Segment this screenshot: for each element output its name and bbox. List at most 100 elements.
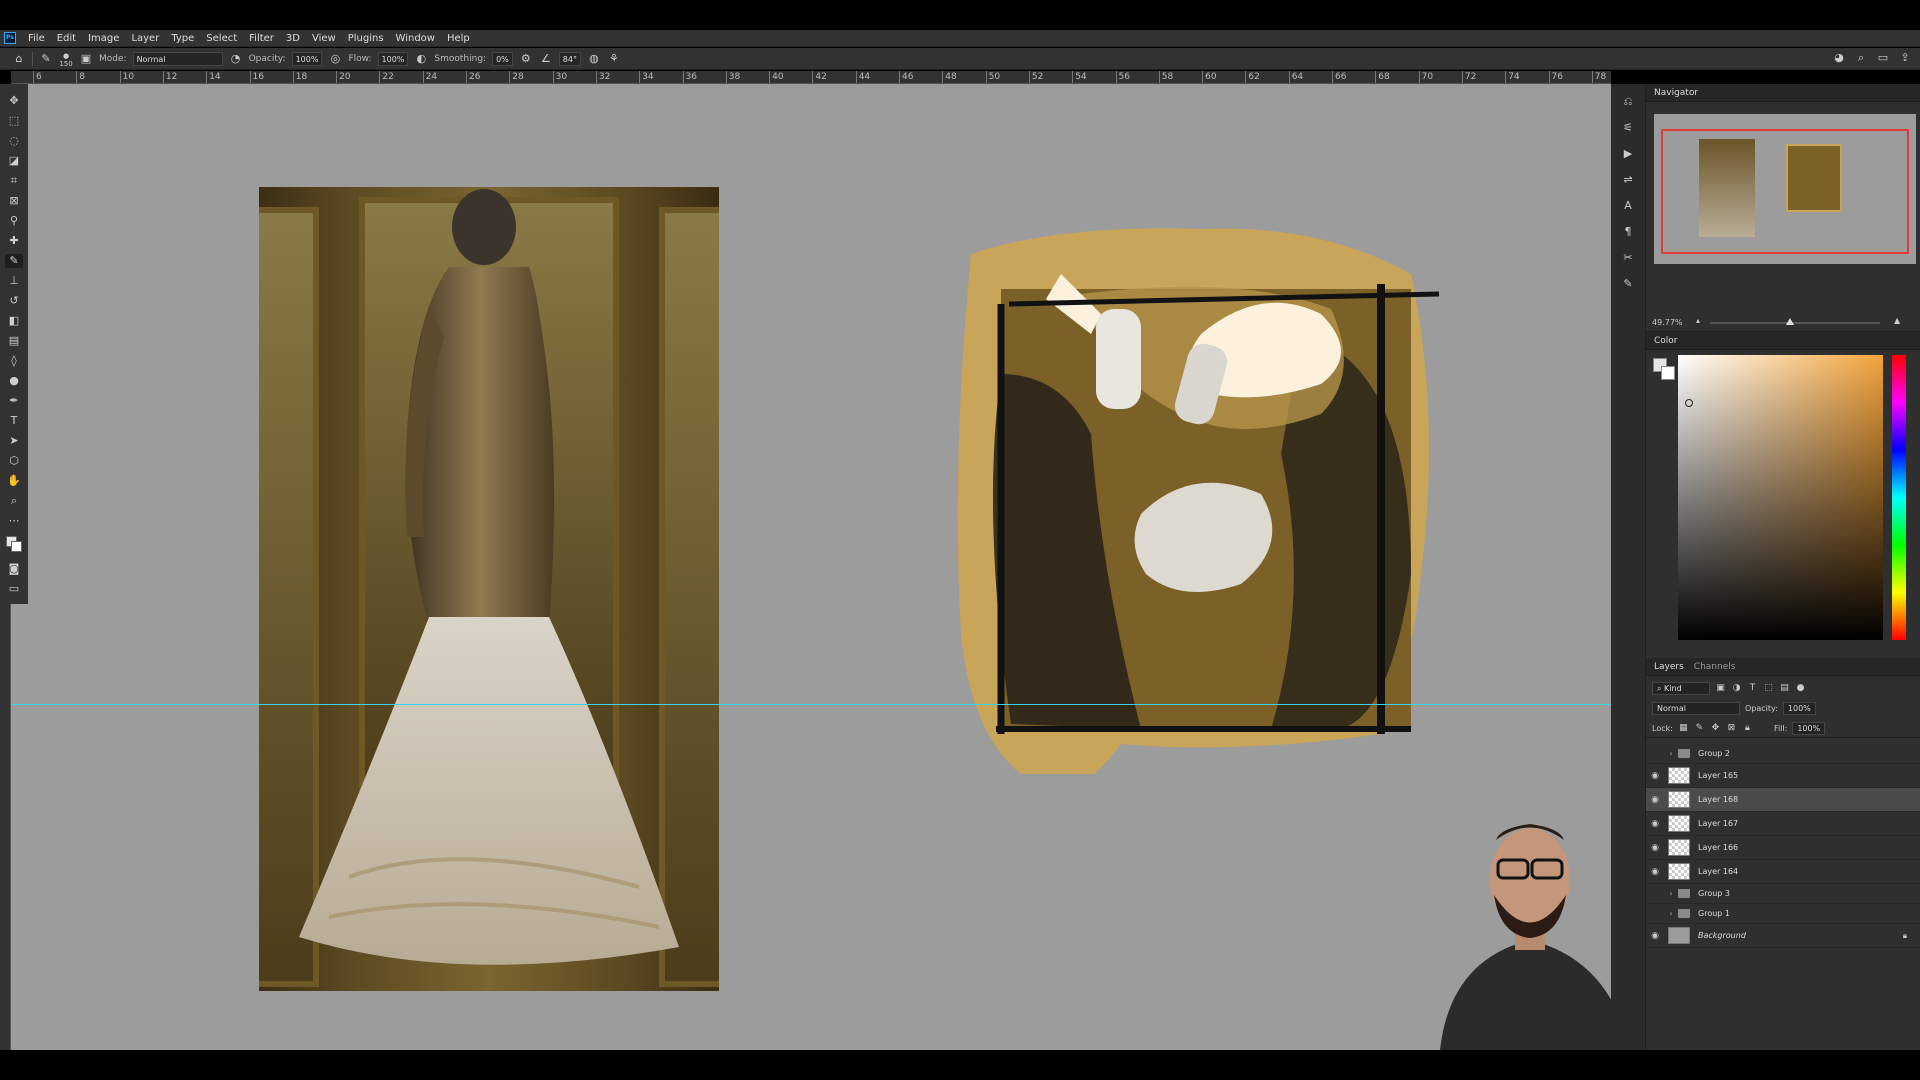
healing-tool-icon[interactable]: ✚ (5, 234, 23, 248)
eye-icon[interactable]: ◉ (1646, 771, 1664, 781)
eye-icon[interactable]: ◉ (1646, 819, 1664, 829)
chevron-right-icon[interactable]: › (1664, 889, 1678, 898)
symmetry-icon[interactable]: ⚘ (607, 52, 621, 66)
navigator-tab[interactable]: Navigator (1652, 88, 1706, 98)
hand-tool-icon[interactable]: ✋ (5, 474, 23, 488)
navigator-view-box[interactable] (1661, 129, 1909, 254)
type-tool-icon[interactable]: T (5, 414, 23, 428)
layer-row-background[interactable]: ◉ Background 🔒︎ (1646, 924, 1920, 948)
layer-row-group-3[interactable]: › Group 3 (1646, 884, 1920, 904)
eye-icon[interactable]: ◉ (1646, 867, 1664, 877)
layer-row-167[interactable]: ◉ Layer 167 (1646, 812, 1920, 836)
layer-row-164[interactable]: ◉ Layer 164 (1646, 860, 1920, 884)
menu-window[interactable]: Window (390, 33, 441, 44)
mode-select[interactable]: Normal (132, 51, 223, 66)
lock-position-icon[interactable]: ✥ (1710, 723, 1721, 734)
menu-edit[interactable]: Edit (51, 33, 82, 44)
workspace-icon[interactable]: ▭ (1876, 51, 1890, 65)
fill-field[interactable]: 100% (1792, 722, 1826, 735)
menu-type[interactable]: Type (165, 33, 200, 44)
smoothing-settings-gear-icon[interactable]: ⚙ (519, 52, 533, 66)
crop-tool-icon[interactable]: ⌗ (5, 174, 23, 188)
background-swatch[interactable] (1661, 366, 1675, 380)
lasso-tool-icon[interactable]: ◌ (5, 134, 23, 148)
stamp-tool-icon[interactable]: ⊥ (5, 274, 23, 288)
color-tab[interactable]: Color (1652, 336, 1686, 346)
layer-filter-kind[interactable]: ⌕ Kind (1652, 682, 1710, 695)
eraser-tool-icon[interactable]: ◧ (5, 314, 23, 328)
brush-settings-icon[interactable]: ▣ (79, 52, 93, 66)
filter-smart-object-icon[interactable]: ▤ (1779, 683, 1790, 694)
airbrush-toggle-icon[interactable]: ◐ (414, 52, 428, 66)
blur-tool-icon[interactable]: ◊ (5, 354, 23, 368)
marquee-tool-icon[interactable]: ⬚ (5, 114, 23, 128)
color-picker-handle[interactable] (1685, 399, 1693, 407)
adjustments-icon[interactable]: ⇌ (1619, 172, 1637, 188)
eye-icon[interactable]: ◉ (1646, 795, 1664, 805)
brush-settings-panel-icon[interactable]: ⚟ (1619, 120, 1637, 136)
color-swatch-icon[interactable] (5, 534, 23, 556)
lock-artboard-icon[interactable]: ⊠ (1726, 723, 1737, 734)
chevron-right-icon[interactable]: › (1664, 749, 1678, 758)
chevron-right-icon[interactable]: › (1664, 909, 1678, 918)
layer-row-168[interactable]: ◉ Layer 168 (1646, 788, 1920, 812)
frame-tool-icon[interactable]: ⊠ (5, 194, 23, 208)
paragraph-icon[interactable]: ¶ (1619, 224, 1637, 240)
layer-row-group-1[interactable]: › Group 1 (1646, 904, 1920, 924)
zoom-slider[interactable] (1710, 322, 1880, 324)
layer-row-166[interactable]: ◉ Layer 166 (1646, 836, 1920, 860)
quick-mask-icon[interactable]: ◙ (5, 562, 23, 576)
menu-select[interactable]: Select (200, 33, 243, 44)
actions-play-icon[interactable]: ▶ (1619, 146, 1637, 162)
zoom-in-icon[interactable]: ▲ (1894, 316, 1900, 325)
navigator-zoom-value[interactable]: 49.77% (1652, 318, 1683, 327)
search-icon[interactable]: ⌕ (1854, 51, 1868, 65)
dodge-tool-icon[interactable]: ● (5, 374, 23, 388)
flow-field[interactable]: 100% (377, 51, 409, 66)
tools-presets-icon[interactable]: ✂ (1619, 250, 1637, 266)
menu-layer[interactable]: Layer (125, 33, 165, 44)
more-tools-icon[interactable]: ⋯ (5, 514, 23, 528)
lock-all-icon[interactable]: 🔒︎ (1742, 723, 1753, 734)
share-icon[interactable]: ◕ (1832, 51, 1846, 65)
zoom-tool-icon[interactable]: ⌕ (5, 494, 23, 508)
opacity-field[interactable]: 100% (291, 51, 323, 66)
smoothing-field[interactable]: 0% (492, 51, 513, 66)
eyedropper-tool-icon[interactable]: ⚲ (5, 214, 23, 228)
history-icon[interactable]: ⎌ (1619, 94, 1637, 110)
screen-mode-icon[interactable]: ▭ (5, 582, 23, 596)
menu-3d[interactable]: 3D (280, 33, 306, 44)
document-canvas[interactable] (11, 84, 1611, 1050)
eye-icon[interactable]: ◉ (1646, 843, 1664, 853)
menu-image[interactable]: Image (82, 33, 125, 44)
export-icon[interactable]: ⇪ (1898, 51, 1912, 65)
gradient-tool-icon[interactable]: ▤ (5, 334, 23, 348)
filter-type-icon[interactable]: T (1747, 683, 1758, 694)
filter-toggle-icon[interactable]: ● (1795, 683, 1806, 694)
menu-file[interactable]: File (22, 33, 51, 44)
home-icon[interactable]: ⌂ (12, 52, 26, 66)
shape-tool-icon[interactable]: ⬡ (5, 454, 23, 468)
filter-adjustment-icon[interactable]: ◑ (1731, 683, 1742, 694)
path-select-tool-icon[interactable]: ➤ (5, 434, 23, 448)
tab-layers[interactable]: Layers (1652, 662, 1692, 672)
blend-mode-select[interactable]: Normal (1652, 702, 1740, 715)
brushes-icon[interactable]: ✎ (1619, 276, 1637, 292)
pressure-opacity-icon[interactable]: ◎ (328, 52, 342, 66)
filter-pixel-icon[interactable]: ▣ (1715, 683, 1726, 694)
filter-shape-icon[interactable]: ⬚ (1763, 683, 1774, 694)
layer-row-group-2[interactable]: › Group 2 (1646, 744, 1920, 764)
brush-preset-picker[interactable]: ● 150 (59, 52, 73, 68)
brush-tool-icon[interactable]: ✎ (5, 254, 23, 268)
pressure-size-icon[interactable]: ◍ (587, 52, 601, 66)
guide-line[interactable] (11, 704, 1611, 705)
zoom-out-icon[interactable]: ▴ (1696, 316, 1700, 325)
airbrush-icon[interactable]: ◔ (229, 52, 243, 66)
layer-opacity-field[interactable]: 100% (1782, 702, 1816, 715)
history-brush-tool-icon[interactable]: ↺ (5, 294, 23, 308)
layer-row-165[interactable]: ◉ Layer 165 (1646, 764, 1920, 788)
lock-pixels-icon[interactable]: ✎ (1694, 723, 1705, 734)
menu-view[interactable]: View (306, 33, 342, 44)
angle-field[interactable]: 84° (558, 51, 581, 66)
character-icon[interactable]: A (1619, 198, 1637, 214)
